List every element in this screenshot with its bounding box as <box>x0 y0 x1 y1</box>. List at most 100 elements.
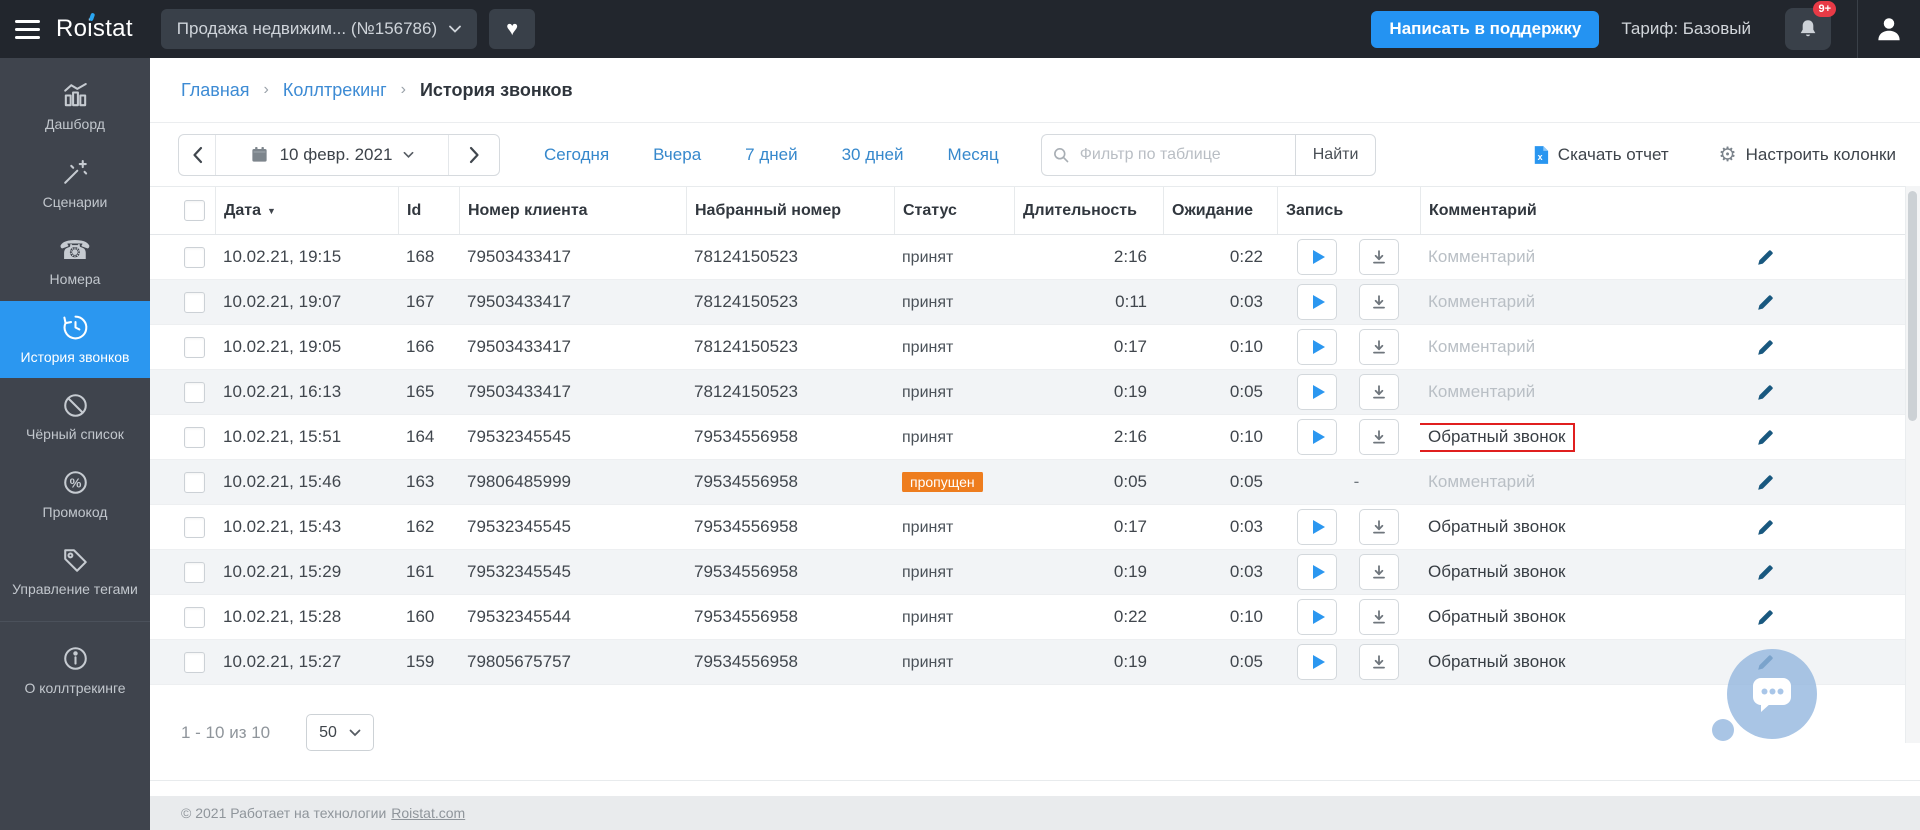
edit-comment-button[interactable] <box>1756 383 1920 402</box>
sidebar-item-scenarios[interactable]: Сценарии <box>0 146 150 224</box>
quick-range-link[interactable]: Месяц <box>947 145 998 165</box>
row-checkbox[interactable] <box>184 652 205 673</box>
column-header[interactable]: Ожидание <box>1163 187 1277 234</box>
play-icon <box>1313 655 1325 669</box>
play-record-button[interactable] <box>1297 374 1337 410</box>
sidebar-item-dashboard[interactable]: Дашборд <box>0 68 150 146</box>
quick-range-link[interactable]: Сегодня <box>544 145 609 165</box>
next-day-button[interactable] <box>449 135 499 175</box>
play-record-button[interactable] <box>1297 599 1337 635</box>
comment-placeholder[interactable]: Комментарий <box>1428 292 1535 311</box>
row-checkbox[interactable] <box>184 607 205 628</box>
download-record-button[interactable] <box>1359 239 1399 275</box>
status-text: принят <box>902 339 953 356</box>
cell-edit <box>1740 293 1920 312</box>
column-header[interactable]: Запись <box>1277 187 1420 234</box>
breadcrumb-link[interactable]: Коллтрекинг <box>283 80 387 101</box>
comment-text[interactable]: Обратный звонок <box>1428 652 1565 671</box>
notifications-button[interactable]: 9+ <box>1785 8 1831 50</box>
play-record-button[interactable] <box>1297 644 1337 680</box>
comment-text[interactable]: Обратный звонок <box>1428 607 1565 626</box>
row-checkbox[interactable] <box>184 427 205 448</box>
comment-placeholder[interactable]: Комментарий <box>1428 472 1535 491</box>
row-checkbox[interactable] <box>184 472 205 493</box>
play-record-button[interactable] <box>1297 419 1337 455</box>
download-record-button[interactable] <box>1359 329 1399 365</box>
sidebar-item-promocode[interactable]: %Промокод <box>0 456 150 534</box>
download-record-button[interactable] <box>1359 419 1399 455</box>
column-header[interactable]: Номер клиента <box>459 187 686 234</box>
prev-day-button[interactable] <box>179 135 216 175</box>
date-picker[interactable]: 10 февр. 2021 <box>216 135 449 175</box>
sidebar-item-about[interactable]: О коллтрекинге <box>0 632 150 710</box>
edit-comment-button[interactable] <box>1756 518 1920 537</box>
user-avatar[interactable] <box>1858 14 1920 44</box>
quick-range-link[interactable]: 30 дней <box>842 145 904 165</box>
cell-id: 164 <box>398 427 459 447</box>
play-record-button[interactable] <box>1297 509 1337 545</box>
play-record-button[interactable] <box>1297 284 1337 320</box>
column-header[interactable]: Дата▼ <box>215 187 398 234</box>
download-report-button[interactable]: x Скачать отчет <box>1533 145 1669 165</box>
row-checkbox[interactable] <box>184 247 205 268</box>
download-record-button[interactable] <box>1359 644 1399 680</box>
edit-comment-button[interactable] <box>1756 473 1920 492</box>
edit-comment-button[interactable] <box>1756 293 1920 312</box>
edit-comment-button[interactable] <box>1756 248 1920 267</box>
vertical-scrollbar[interactable] <box>1905 186 1920 743</box>
support-button[interactable]: Написать в поддержку <box>1371 11 1599 48</box>
play-record-button[interactable] <box>1297 329 1337 365</box>
sidebar-item-numbers[interactable]: ☎Номера <box>0 223 150 301</box>
column-header[interactable]: Статус <box>894 187 1014 234</box>
play-record-button[interactable] <box>1297 239 1337 275</box>
quick-range-link[interactable]: 7 дней <box>745 145 797 165</box>
column-header[interactable]: Комментарий <box>1420 187 1740 234</box>
download-icon <box>1371 564 1387 580</box>
sidebar-item-blacklist[interactable]: Чёрный список <box>0 378 150 456</box>
play-record-button[interactable] <box>1297 554 1337 590</box>
page-size-select[interactable]: 50 <box>306 714 374 751</box>
comment-placeholder[interactable]: Комментарий <box>1428 337 1535 356</box>
download-record-button[interactable] <box>1359 509 1399 545</box>
edit-comment-button[interactable] <box>1756 428 1920 447</box>
download-record-button[interactable] <box>1359 599 1399 635</box>
download-record-button[interactable] <box>1359 554 1399 590</box>
table-row: 10.02.21, 15:28 160 79532345544 79534556… <box>150 595 1920 640</box>
cell-duration: 2:16 <box>1014 247 1163 267</box>
row-checkbox[interactable] <box>184 517 205 538</box>
comment-highlight-box[interactable]: Обратный звонок <box>1420 423 1575 452</box>
find-button[interactable]: Найти <box>1295 134 1377 176</box>
chat-widget-button[interactable] <box>1727 649 1817 739</box>
sidebar-item-call-history[interactable]: История звонков <box>0 301 150 379</box>
edit-comment-button[interactable] <box>1756 563 1920 582</box>
health-monitor-button[interactable]: ♥ <box>489 9 535 49</box>
configure-columns-button[interactable]: ⚙ Настроить колонки <box>1719 145 1896 165</box>
select-all-checkbox[interactable] <box>184 200 205 221</box>
row-checkbox[interactable] <box>184 292 205 313</box>
row-checkbox[interactable] <box>184 337 205 358</box>
sidebar-item-tags[interactable]: Управление тегами <box>0 533 150 611</box>
comment-placeholder[interactable]: Комментарий <box>1428 382 1535 401</box>
quick-range-link[interactable]: Вчера <box>653 145 701 165</box>
download-record-button[interactable] <box>1359 284 1399 320</box>
project-selector[interactable]: Продажа недвижим... (№156786) <box>161 9 477 49</box>
column-header[interactable]: Длительность <box>1014 187 1163 234</box>
comment-text[interactable]: Обратный звонок <box>1428 562 1565 581</box>
column-header[interactable]: Id <box>398 187 459 234</box>
cell-comment: Комментарий <box>1420 382 1740 402</box>
breadcrumb-link[interactable]: Главная <box>181 80 250 101</box>
row-checkbox[interactable] <box>184 382 205 403</box>
edit-comment-button[interactable] <box>1756 338 1920 357</box>
row-checkbox[interactable] <box>184 562 205 583</box>
column-header[interactable]: Набранный номер <box>686 187 894 234</box>
cell-duration: 0:17 <box>1014 337 1163 357</box>
filter-input[interactable] <box>1041 134 1295 176</box>
comment-placeholder[interactable]: Комментарий <box>1428 247 1535 266</box>
roistat-link[interactable]: Roistat.com <box>391 805 465 821</box>
edit-comment-button[interactable] <box>1756 608 1920 627</box>
hamburger-menu-icon[interactable] <box>0 0 46 58</box>
download-record-button[interactable] <box>1359 374 1399 410</box>
comment-text[interactable]: Обратный звонок <box>1428 517 1565 536</box>
cell-edit <box>1740 473 1920 492</box>
scrollbar-thumb[interactable] <box>1908 191 1917 421</box>
